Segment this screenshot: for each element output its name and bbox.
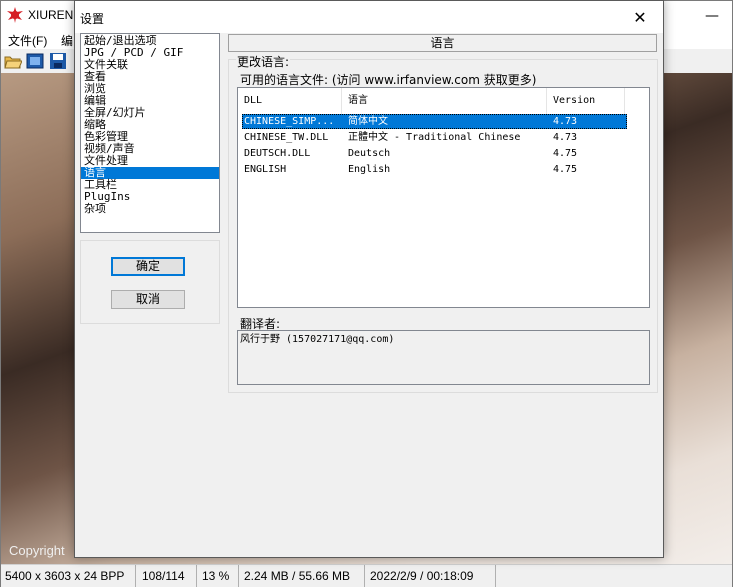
- save-icon[interactable]: [49, 52, 67, 70]
- dialog-close-button[interactable]: ✕: [617, 1, 663, 33]
- settings-category-list[interactable]: 起始/退出选项 JPG / PCD / GIF 文件关联 查看 浏览 编辑 全屏…: [80, 33, 220, 233]
- cell-language: 正體中文 - Traditional Chinese: [348, 132, 521, 143]
- main-window-title: XIUREN: [28, 8, 74, 22]
- cell-dll: ENGLISH: [244, 164, 287, 175]
- table-row[interactable]: CHINESE_SIMP... 简体中文 4.73: [242, 114, 627, 129]
- cancel-button[interactable]: 取消: [111, 290, 185, 309]
- translator-text-box[interactable]: 风行于野 (157027171@qq.com): [237, 330, 650, 385]
- open-folder-icon[interactable]: [4, 52, 22, 70]
- minimize-icon: —: [705, 8, 719, 24]
- status-bar: 5400 x 3603 x 24 BPP 108/114 13 % 2.24 M…: [1, 564, 732, 587]
- column-header-dll[interactable]: DLL: [238, 88, 342, 114]
- dialog-titlebar[interactable]: 设置 ✕: [75, 1, 663, 33]
- cell-version: 4.73: [553, 132, 578, 143]
- status-index: 108/114: [138, 565, 197, 587]
- settings-dialog: 设置 ✕ 起始/退出选项 JPG / PCD / GIF 文件关联 查看 浏览 …: [74, 0, 664, 558]
- table-row[interactable]: DEUTSCH.DLL Deutsch 4.75: [242, 146, 627, 161]
- cell-language: English: [348, 164, 391, 175]
- dialog-button-group: 确定 取消: [80, 240, 220, 324]
- status-datetime: 2022/2/9 / 00:18:09: [366, 565, 496, 587]
- menu-file[interactable]: 文件(F): [8, 32, 47, 49]
- language-file-table[interactable]: DLL 语言 Version CHINESE_SIMP... 简体中文 4.73…: [237, 87, 650, 308]
- column-header-language[interactable]: 语言: [342, 88, 547, 114]
- menu-edit[interactable]: 编: [61, 32, 73, 49]
- cell-version: 4.75: [553, 148, 578, 159]
- ok-button[interactable]: 确定: [111, 257, 185, 276]
- slideshow-icon[interactable]: [26, 52, 44, 70]
- image-watermark: Copyright: [9, 543, 65, 558]
- irfanview-app-icon: [7, 7, 23, 23]
- table-row[interactable]: ENGLISH English 4.75: [242, 162, 627, 177]
- cell-language: 简体中文: [348, 116, 388, 127]
- cell-version: 4.75: [553, 164, 578, 175]
- column-header-version[interactable]: Version: [547, 88, 625, 114]
- cell-version: 4.73: [553, 116, 578, 127]
- cell-dll: CHINESE_TW.DLL: [244, 132, 329, 143]
- cell-dll: CHINESE_SIMP...: [244, 116, 335, 127]
- table-row[interactable]: CHINESE_TW.DLL 正體中文 - Traditional Chines…: [242, 130, 627, 145]
- page-title: 语言: [228, 34, 657, 52]
- status-zoom: 13 %: [198, 565, 239, 587]
- cell-language: Deutsch: [348, 148, 391, 159]
- available-languages-label: 可用的语言文件: (访问 www.irfanview.com 获取更多): [240, 73, 537, 87]
- dialog-title: 设置: [80, 12, 105, 26]
- close-icon: ✕: [633, 7, 647, 27]
- status-dimensions: 5400 x 3603 x 24 BPP: [1, 565, 136, 587]
- change-language-label: 更改语言:: [236, 53, 291, 70]
- status-filesize: 2.24 MB / 55.66 MB: [240, 565, 365, 587]
- main-close-button[interactable]: —: [692, 1, 732, 31]
- cell-dll: DEUTSCH.DLL: [244, 148, 311, 159]
- category-item-misc[interactable]: 杂项: [81, 203, 219, 215]
